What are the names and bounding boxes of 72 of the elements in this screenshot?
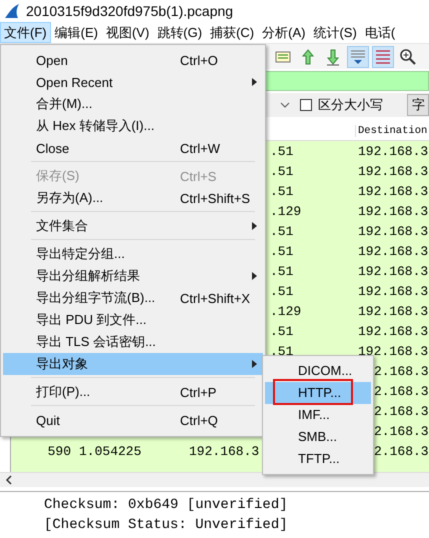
table-cell: 192.168.3 (358, 344, 428, 358)
table-cell: .51 (270, 224, 294, 238)
menu-item[interactable]: Close Ctrl+W (3, 137, 263, 159)
table-cell: .51 (270, 144, 294, 158)
checkbox[interactable] (300, 99, 312, 111)
table-cell: 2.168.3 (374, 404, 429, 418)
shark-fin-icon (3, 3, 21, 19)
menu-item[interactable]: 文件集合 (3, 215, 263, 237)
menu-item[interactable]: 导出特定分组... (3, 243, 263, 265)
menu-item[interactable]: 文件(F) (0, 22, 51, 43)
menu-item[interactable]: 导出分组字节流(B)... Ctrl+Shift+X (3, 287, 263, 309)
dropdown-caret-icon[interactable] (280, 102, 290, 108)
submenu-arrow-icon (252, 360, 257, 368)
table-cell: 192.168.3 (358, 224, 428, 238)
submenu-arrow-icon (252, 272, 257, 280)
table-cell: 2.168.3 (374, 364, 429, 378)
table-cell: 2.168.3 (374, 384, 429, 398)
table-cell: .51 (270, 324, 294, 338)
horizontal-scrollbar[interactable] (0, 472, 429, 487)
scroll-down-icon[interactable] (347, 46, 369, 68)
menu-item[interactable]: 导出 TLS 会话密钥... (3, 331, 263, 353)
checkbox-label: 区分大小写 (318, 96, 383, 114)
menu-item[interactable]: 分析(A) (258, 22, 310, 43)
menu-item[interactable]: 编辑(E) (50, 22, 102, 43)
column-header[interactable]: Destination (355, 124, 428, 136)
table-cell: 192.168.3 (358, 144, 428, 158)
menu-item[interactable]: 打印(P)... Ctrl+P (3, 381, 263, 403)
detail-line: Checksum: 0xb649 [unverified] (43, 496, 289, 515)
table-cell: 2.168.3 (374, 424, 429, 438)
charset-button[interactable]: 字 (407, 94, 429, 116)
table-cell: .51 (270, 184, 294, 198)
table-cell: 192.168.3 (189, 444, 260, 458)
submenu-arrow-icon (252, 222, 257, 230)
menu-item[interactable]: 导出分组解析结果 (3, 265, 263, 287)
menu-item[interactable]: IMF... (265, 404, 371, 426)
scroll-left-icon[interactable] (4, 475, 14, 485)
menu-item[interactable]: 从 Hex 转储导入(I)... (3, 115, 263, 137)
table-cell: 192.168.3 (358, 244, 428, 258)
menu-item[interactable]: DICOM... (265, 360, 371, 382)
table-cell: .51 (270, 284, 294, 298)
table-cell: .51 (270, 244, 294, 258)
table-cell: 192.168.3 (358, 164, 428, 178)
menu-item[interactable]: 导出 PDU 到文件... (3, 309, 263, 331)
table-cell: .51 (270, 264, 294, 278)
table-cell: 2.168.3 (374, 444, 429, 458)
table-cell: .129 (270, 304, 302, 318)
menu-item[interactable]: Open Recent (3, 71, 263, 93)
table-cell: 192.168.3 (358, 284, 428, 298)
menu-item[interactable]: Quit Ctrl+Q (3, 409, 263, 431)
lines-icon[interactable] (372, 46, 394, 68)
table-cell: .51 (270, 344, 294, 358)
detail-line: [Checksum Status: Unverified] (43, 516, 289, 535)
table-cell: .129 (270, 204, 302, 218)
table-cell: 192.168.3 (358, 324, 428, 338)
menu-item[interactable]: 统计(S) (309, 22, 361, 43)
menu-item[interactable]: 跳转(G) (153, 22, 206, 43)
table-cell: 1.054225 (79, 444, 142, 458)
menu-item[interactable]: 视图(V) (102, 22, 154, 43)
table-cell: 192.168.3 (358, 264, 428, 278)
table-cell: 192.168.3 (358, 304, 428, 318)
menu-item[interactable]: 另存为(A)... Ctrl+Shift+S (3, 187, 263, 209)
menu-item[interactable]: 导出对象 (3, 353, 263, 375)
table-cell: 192.168.3 (358, 184, 428, 198)
menu-item[interactable]: 电话( (360, 22, 400, 43)
table-cell: .51 (270, 164, 294, 178)
menu-item[interactable]: 合并(M)... (3, 93, 263, 115)
submenu-arrow-icon (252, 78, 257, 86)
menu-item[interactable]: 捕获(C) (206, 22, 258, 43)
window-title: 2010315f9d320fd975b(1).pcapng (26, 3, 234, 19)
table-cell: 192.168.3 (358, 204, 428, 218)
table-cell: 590 (48, 444, 71, 458)
menu-item[interactable]: HTTP... (265, 382, 371, 404)
